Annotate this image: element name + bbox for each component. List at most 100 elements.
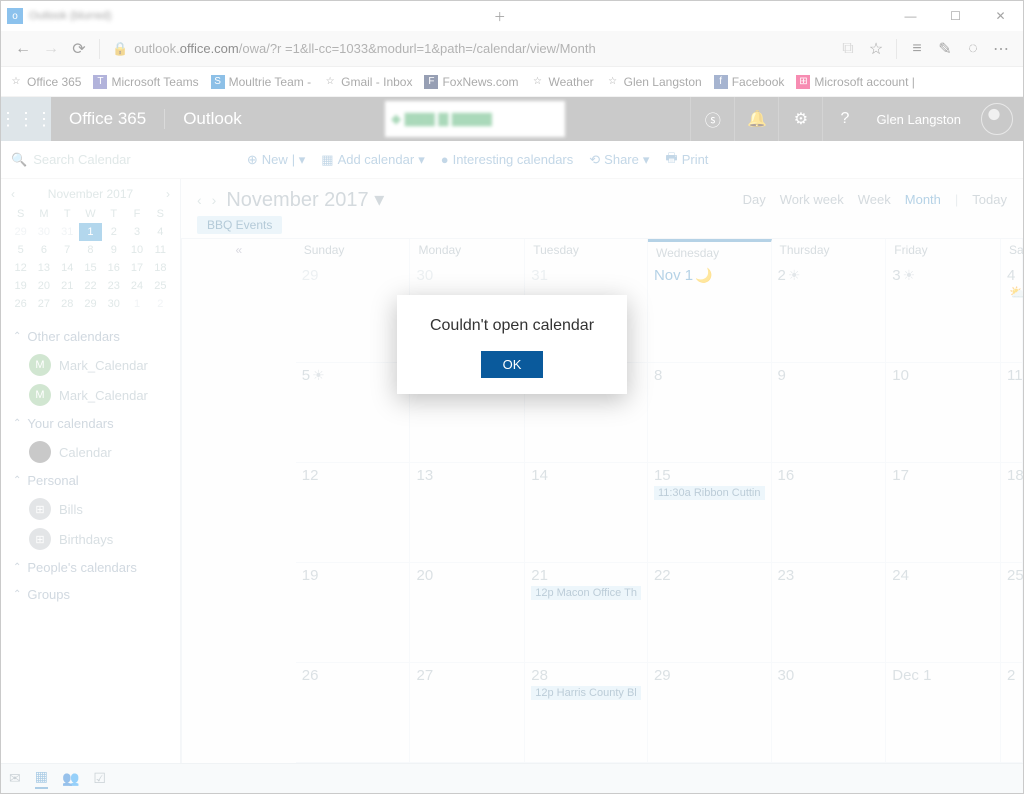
day-cell[interactable]: 1511:30a Ribbon Cuttin [648, 463, 772, 563]
refresh-button[interactable]: ⟳ [65, 35, 93, 63]
mini-next[interactable]: › [166, 187, 170, 201]
day-cell[interactable]: 12 [296, 463, 411, 563]
event-item[interactable]: 11:30a Ribbon Cuttin [654, 486, 765, 500]
sidebar-section[interactable]: ⌃Groups [1, 581, 180, 608]
view-option[interactable]: Day [743, 192, 766, 207]
sidebar-section[interactable]: ⌃Your calendars [1, 410, 180, 437]
favorite-icon[interactable]: ☆ [862, 35, 890, 63]
notifications-icon[interactable]: 🔔 [734, 97, 778, 141]
new-tab-button[interactable]: ＋ [477, 1, 522, 31]
day-cell[interactable]: 29 [648, 663, 772, 763]
bookmark-item[interactable]: ☆Weather [530, 75, 593, 89]
view-option[interactable]: Today [972, 192, 1007, 207]
tasks-module[interactable]: ☑ [93, 770, 106, 787]
day-cell[interactable]: 20 [410, 563, 525, 663]
view-option[interactable]: Month [905, 192, 941, 207]
print-button[interactable]: 🖶 Print [665, 149, 708, 171]
day-cell[interactable]: 23 [772, 563, 887, 663]
day-cell[interactable]: 17 [886, 463, 1001, 563]
share-icon[interactable]: ◌ [959, 35, 987, 63]
day-cell[interactable]: 26 [296, 663, 411, 763]
maximize-button[interactable]: ☐ [933, 1, 978, 31]
sidebar-section[interactable]: ⌃Personal [1, 467, 180, 494]
settings-icon[interactable]: ⚙ [778, 97, 822, 141]
calendar-tag[interactable]: BBQ Events [197, 216, 282, 234]
bookmark-item[interactable]: ⊞Microsoft account | [796, 75, 915, 89]
url-field[interactable]: outlook.office.com/owa/?r =1&ll-cc=1033&… [134, 41, 834, 56]
day-cell[interactable]: 2812p Harris County Bl [525, 663, 648, 763]
calendar-module[interactable]: ▦ [35, 768, 48, 789]
day-cell[interactable]: Nov 1🌙 [648, 263, 772, 363]
hub-icon[interactable]: ≡ [903, 35, 931, 63]
sidebar-section[interactable]: ⌃People's calendars [1, 554, 180, 581]
minimize-button[interactable]: — [888, 1, 933, 31]
event-item[interactable]: 12p Macon Office Th [531, 586, 641, 600]
calendar-title[interactable]: November 2017 ▾ [226, 187, 384, 212]
day-cell[interactable]: 4⛅ [1001, 263, 1023, 363]
forward-button[interactable]: → [37, 35, 65, 63]
bookmark-item[interactable]: fFacebook [714, 75, 785, 89]
day-cell[interactable]: 5☀ [296, 363, 411, 463]
day-cell[interactable]: 2☀ [772, 263, 887, 363]
view-option[interactable]: Work week [780, 192, 844, 207]
day-cell[interactable]: 25 [1001, 563, 1023, 663]
calendar-item[interactable]: MMark_Calendar [1, 380, 180, 410]
event-item[interactable]: 12p Harris County Bl [531, 686, 641, 700]
cal-next[interactable]: › [212, 192, 217, 208]
user-avatar[interactable] [981, 103, 1013, 135]
day-cell[interactable]: 9 [772, 363, 887, 463]
bookmark-item[interactable]: FFoxNews.com [424, 75, 518, 89]
day-cell[interactable]: 2112p Macon Office Th [525, 563, 648, 663]
calendar-item[interactable]: ⊞Birthdays [1, 524, 180, 554]
help-icon[interactable]: ? [822, 97, 866, 141]
cal-prev[interactable]: ‹ [197, 192, 202, 208]
app-launcher[interactable]: ⋮⋮⋮ [1, 97, 51, 141]
bookmark-item[interactable]: TMicrosoft Teams [93, 75, 198, 89]
mini-prev[interactable]: ‹ [11, 187, 15, 201]
day-cell[interactable]: 16 [772, 463, 887, 563]
add-calendar-button[interactable]: ▦ Add calendar ▾ [321, 152, 424, 168]
close-button[interactable]: ✕ [978, 1, 1023, 31]
day-cell[interactable]: 18 [1001, 463, 1023, 563]
day-cell[interactable]: 29 [296, 263, 411, 363]
mail-module[interactable]: ✉ [9, 770, 21, 787]
bookmark-item[interactable]: ☆Office 365 [9, 75, 81, 89]
people-module[interactable]: 👥 [62, 770, 79, 787]
share-button[interactable]: ⟲ Share ▾ [589, 152, 649, 168]
bookmark-item[interactable]: ☆Gmail - Inbox [323, 75, 412, 89]
suite-brand[interactable]: Office 365 [51, 109, 164, 129]
dialog-ok-button[interactable]: OK [481, 351, 544, 378]
collapse-pane[interactable]: « [181, 239, 296, 763]
view-option[interactable]: Week [858, 192, 891, 207]
day-cell[interactable]: Dec 1 [886, 663, 1001, 763]
calendar-item[interactable]: MMark_Calendar [1, 350, 180, 380]
skype-icon[interactable]: ⓢ [690, 97, 734, 141]
search-calendar[interactable]: 🔍 Search Calendar [11, 152, 181, 168]
notes-icon[interactable]: ✎ [931, 35, 959, 63]
more-icon[interactable]: ⋯ [987, 35, 1015, 63]
bookmark-item[interactable]: SMoultrie Team - [211, 75, 311, 89]
app-name[interactable]: Outlook [164, 109, 260, 129]
mini-calendar[interactable]: ‹ November 2017 › SMTWTFS293031123456789… [1, 179, 180, 323]
day-cell[interactable]: 14 [525, 463, 648, 563]
day-cell[interactable]: 11 [1001, 363, 1023, 463]
bookmark-item[interactable]: ☆Glen Langston [606, 75, 702, 89]
day-cell[interactable]: 24 [886, 563, 1001, 663]
day-cell[interactable]: 30 [772, 663, 887, 763]
day-cell[interactable]: 22 [648, 563, 772, 663]
day-cell[interactable]: 2 [1001, 663, 1023, 763]
interesting-calendars-button[interactable]: ● Interesting calendars [441, 152, 574, 167]
reading-view-icon[interactable]: ⧉ [834, 35, 862, 63]
day-cell[interactable]: 13 [410, 463, 525, 563]
day-cell[interactable]: 19 [296, 563, 411, 663]
day-cell[interactable]: 3☀ [886, 263, 1001, 363]
back-button[interactable]: ← [9, 35, 37, 63]
day-cell[interactable]: 27 [410, 663, 525, 763]
day-cell[interactable]: 10 [886, 363, 1001, 463]
user-name[interactable]: Glen Langston [866, 112, 971, 127]
sidebar-section[interactable]: ⌃Other calendars [1, 323, 180, 350]
calendar-item[interactable]: Calendar [1, 437, 180, 467]
day-cell[interactable]: 8 [648, 363, 772, 463]
calendar-item[interactable]: ⊞Bills [1, 494, 180, 524]
new-button[interactable]: ⊕ New | ▾ [247, 152, 305, 168]
